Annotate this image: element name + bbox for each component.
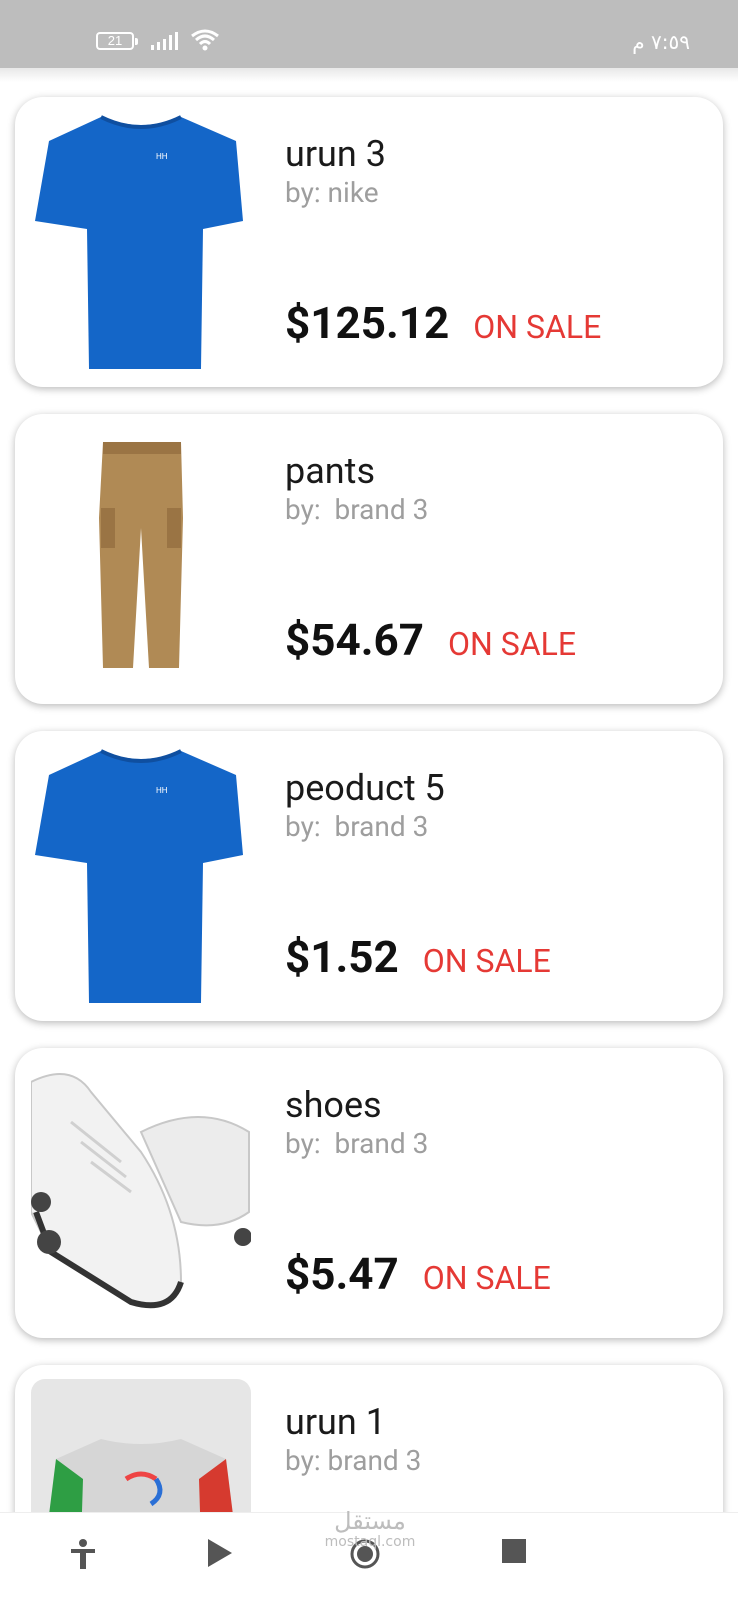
product-price: $1.52 [285, 931, 399, 983]
battery-icon: 21 [96, 32, 138, 50]
product-price: $54.67 [285, 614, 424, 666]
product-image: HH [31, 745, 251, 1007]
product-title: urun 1 [285, 1401, 386, 1443]
signal-icon [151, 32, 178, 50]
product-list[interactable]: HH urun 3 by: nike $125.12 ON SALE pants… [0, 68, 738, 1512]
wifi-icon [191, 29, 219, 51]
sale-badge: ON SALE [447, 625, 577, 663]
product-image [31, 1062, 251, 1324]
watermark-domain: mostaql.com [324, 1534, 416, 1550]
product-title: urun 3 [285, 133, 386, 175]
sale-badge: ON SALE [473, 308, 602, 346]
product-brand: by: nike [285, 176, 379, 209]
status-bar: 21 ٧:٥٩ م [0, 0, 738, 68]
product-price: $5.47 [285, 1248, 399, 1300]
svg-text:HH: HH [156, 786, 168, 795]
product-title: peoduct 5 [285, 767, 445, 809]
accessibility-icon[interactable] [70, 1539, 96, 1569]
tshirt-icon: HH [35, 115, 243, 369]
watermark-text: مستقل [334, 1507, 406, 1535]
product-card[interactable]: urun 1 by: brand 3 [15, 1365, 723, 1512]
product-card[interactable]: pants by: brand 3 $54.67 ON SALE [15, 414, 723, 704]
tshirt-icon: HH [35, 749, 243, 1003]
sale-badge: ON SALE [422, 1259, 551, 1297]
svg-text:HH: HH [156, 152, 168, 161]
stop-icon[interactable] [502, 1539, 526, 1563]
sweater-icon [49, 1439, 233, 1512]
product-card[interactable]: HH peoduct 5 by: brand 3 $1.52 ON SALE [15, 731, 723, 1021]
play-icon[interactable] [208, 1539, 232, 1567]
status-time: ٧:٥٩ م [632, 30, 690, 54]
product-card[interactable]: HH urun 3 by: nike $125.12 ON SALE [15, 97, 723, 387]
product-image: HH [31, 111, 251, 373]
product-title: pants [285, 450, 376, 492]
product-title: shoes [285, 1084, 382, 1126]
product-brand: by: brand 3 [285, 493, 429, 526]
product-image [31, 1379, 251, 1512]
list-top-shadow [0, 68, 738, 82]
product-brand: by: brand 3 [285, 1444, 422, 1477]
sale-badge: ON SALE [422, 942, 551, 980]
watermark: مستقل mostaql.com [322, 1508, 418, 1550]
product-image [31, 428, 251, 690]
product-brand: by: brand 3 [285, 1127, 429, 1160]
product-price: $125.12 [285, 297, 450, 349]
pants-icon [99, 442, 183, 668]
shoes-icon [31, 1073, 251, 1309]
product-brand: by: brand 3 [285, 810, 429, 843]
product-card[interactable]: shoes by: brand 3 $5.47 ON SALE [15, 1048, 723, 1338]
battery-level: 21 [107, 33, 123, 48]
